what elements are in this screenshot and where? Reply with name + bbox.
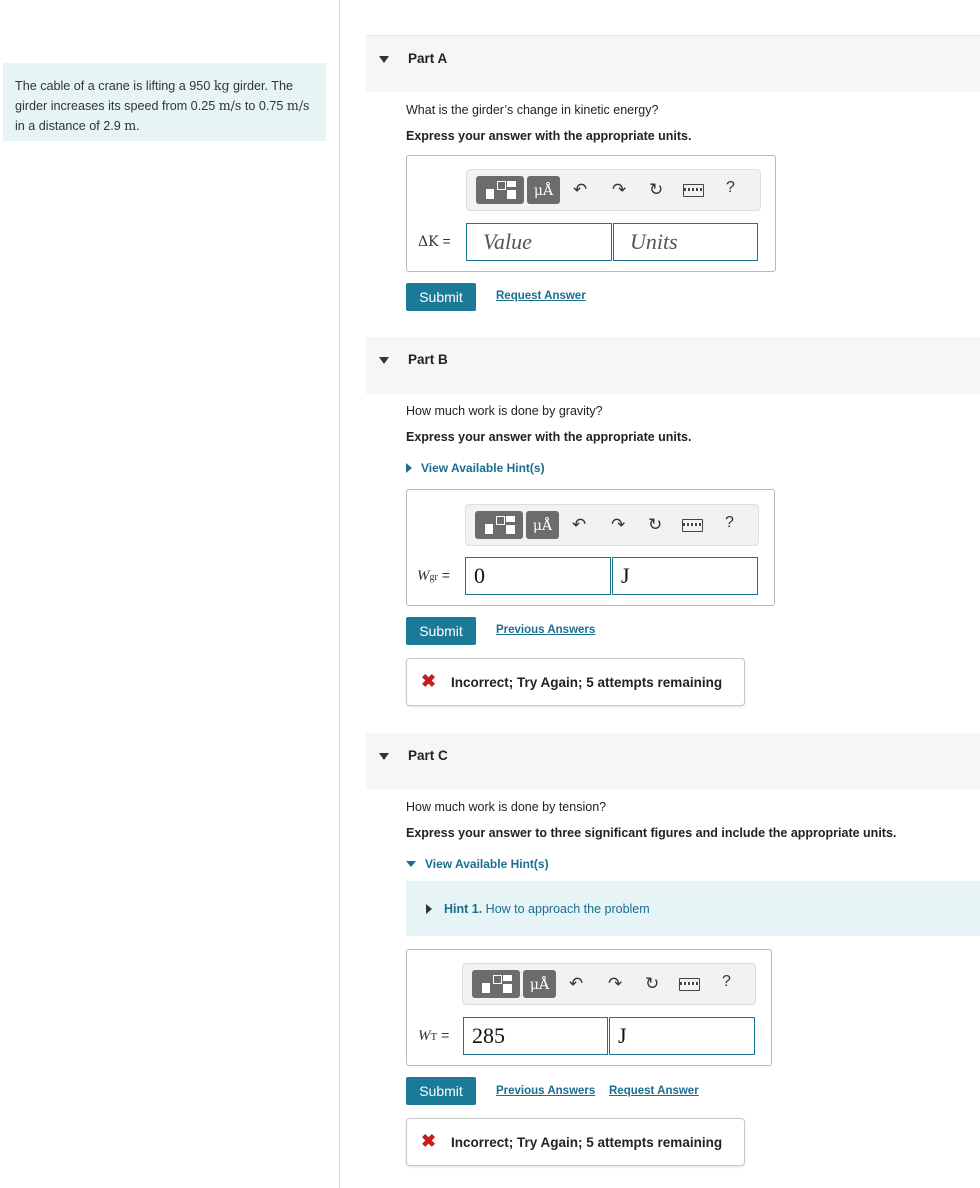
feedback-text: Incorrect; Try Again; 5 attempts remaini… <box>451 1135 723 1150</box>
w-tension-label: WT = <box>418 1027 450 1044</box>
part-b-title: Part B <box>408 352 448 367</box>
part-a-submit-button[interactable]: Submit <box>406 283 476 311</box>
part-c-previous-answers-link[interactable]: Previous Answers <box>496 1085 595 1097</box>
error-x-icon: ✖ <box>421 671 437 691</box>
units-button[interactable]: μÅ <box>526 511 559 539</box>
part-c-title: Part C <box>408 748 448 763</box>
help-icon[interactable]: ? <box>722 973 731 991</box>
w-gravity-label: Wgr = <box>417 567 450 584</box>
part-b-answer-box: μÅ ↶ ↷ ↻ ? Wgr = 0 J <box>406 489 775 606</box>
value-input[interactable]: 0 <box>465 557 611 595</box>
collapse-caret-icon[interactable] <box>379 753 389 760</box>
template-icon <box>484 181 516 199</box>
problem-statement: The cable of a crane is lifting a 950 kg… <box>3 63 326 141</box>
collapse-caret-icon[interactable] <box>379 56 389 63</box>
undo-icon[interactable]: ↶ <box>573 178 587 202</box>
redo-icon[interactable]: ↷ <box>611 513 625 537</box>
part-b-submit-button[interactable]: Submit <box>406 617 476 645</box>
part-c-feedback: ✖ Incorrect; Try Again; 5 attempts remai… <box>406 1118 745 1166</box>
reset-icon[interactable]: ↻ <box>649 178 663 202</box>
help-icon[interactable]: ? <box>725 514 734 532</box>
error-x-icon: ✖ <box>421 1131 437 1151</box>
math-toolbar: μÅ ↶ ↷ ↻ ? <box>466 169 761 211</box>
part-c-answer-box: μÅ ↶ ↷ ↻ ? WT = 285 J <box>406 949 772 1066</box>
units-input[interactable]: Units <box>613 223 758 261</box>
part-b-view-hints[interactable]: View Available Hint(s) <box>406 461 545 475</box>
part-a-header[interactable]: Part A <box>366 35 980 92</box>
units-button[interactable]: μÅ <box>523 970 556 998</box>
expand-caret-icon <box>406 463 412 473</box>
part-a-question: What is the girder’s change in kinetic e… <box>406 103 659 117</box>
keyboard-icon[interactable] <box>683 184 704 197</box>
part-c-question: How much work is done by tension? <box>406 800 607 814</box>
part-a-title: Part A <box>408 51 448 66</box>
hint-panel: Hint 1. How to approach the problem <box>406 881 980 936</box>
math-toolbar: μÅ ↶ ↷ ↻ ? <box>462 963 756 1005</box>
part-a-request-answer-link[interactable]: Request Answer <box>496 290 586 302</box>
collapse-caret-icon[interactable] <box>379 357 389 364</box>
units-input[interactable]: J <box>612 557 758 595</box>
templates-button[interactable] <box>476 176 524 204</box>
part-c-submit-button[interactable]: Submit <box>406 1077 476 1105</box>
part-b-previous-answers-link[interactable]: Previous Answers <box>496 624 595 636</box>
expand-caret-icon <box>426 904 432 914</box>
units-button[interactable]: μÅ <box>527 176 560 204</box>
part-a-instruction: Express your answer with the appropriate… <box>406 129 692 143</box>
part-b-header[interactable]: Part B <box>366 337 980 394</box>
keyboard-icon[interactable] <box>682 519 703 532</box>
delta-k-label: ΔK = <box>418 233 451 250</box>
reset-icon[interactable]: ↻ <box>648 513 662 537</box>
redo-icon[interactable]: ↷ <box>612 178 626 202</box>
redo-icon[interactable]: ↷ <box>608 972 622 996</box>
reset-icon[interactable]: ↻ <box>645 972 659 996</box>
part-b-instruction: Express your answer with the appropriate… <box>406 430 692 444</box>
part-c-view-hints[interactable]: View Available Hint(s) <box>406 857 549 871</box>
undo-icon[interactable]: ↶ <box>572 513 586 537</box>
units-input[interactable]: J <box>609 1017 755 1055</box>
template-icon <box>483 516 515 534</box>
help-icon[interactable]: ? <box>726 179 735 197</box>
part-b-question: How much work is done by gravity? <box>406 404 603 418</box>
part-c-instruction: Express your answer to three significant… <box>406 826 897 840</box>
templates-button[interactable] <box>475 511 523 539</box>
template-icon <box>480 975 512 993</box>
problem-panel: The cable of a crane is lifting a 950 kg… <box>0 0 340 1188</box>
collapse-caret-icon <box>406 861 416 867</box>
part-c-header[interactable]: Part C <box>366 733 980 790</box>
part-b-feedback: ✖ Incorrect; Try Again; 5 attempts remai… <box>406 658 745 706</box>
hint-1-item[interactable]: Hint 1. How to approach the problem <box>426 902 650 916</box>
value-input[interactable]: 285 <box>463 1017 608 1055</box>
templates-button[interactable] <box>472 970 520 998</box>
part-c-request-answer-link[interactable]: Request Answer <box>609 1085 699 1097</box>
math-toolbar: μÅ ↶ ↷ ↻ ? <box>465 504 759 546</box>
keyboard-icon[interactable] <box>679 978 700 991</box>
value-input[interactable]: Value <box>466 223 612 261</box>
part-a-answer-box: μÅ ↶ ↷ ↻ ? ΔK = Value Units <box>406 155 776 272</box>
undo-icon[interactable]: ↶ <box>569 972 583 996</box>
feedback-text: Incorrect; Try Again; 5 attempts remaini… <box>451 675 723 690</box>
